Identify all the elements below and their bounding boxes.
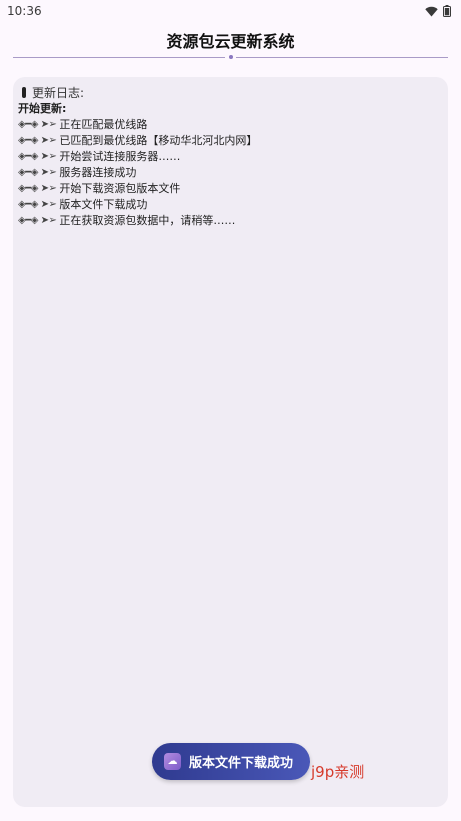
toast-message: 版本文件下载成功 bbox=[189, 756, 294, 771]
log-line-text: 已匹配到最优线路【移动华北河北内网】 bbox=[59, 134, 258, 147]
title-divider-right bbox=[236, 57, 448, 58]
header: 资源包云更新系统 bbox=[0, 22, 461, 62]
log-line-prefix-icon: ◈━◈ ➤➢ bbox=[18, 183, 57, 194]
page-title: 资源包云更新系统 bbox=[166, 32, 295, 51]
log-line-text: 正在匹配最优线路 bbox=[59, 118, 148, 131]
log-line-prefix-icon: ◈━◈ ➤➢ bbox=[18, 167, 57, 178]
wifi-icon bbox=[425, 6, 438, 16]
status-icons bbox=[425, 5, 451, 17]
log-line-prefix-icon: ◈━◈ ➤➢ bbox=[18, 215, 57, 226]
title-divider-dot bbox=[229, 55, 233, 59]
log-header-marker-icon bbox=[22, 87, 26, 98]
log-intro: 开始更新: bbox=[18, 102, 67, 115]
battery-icon bbox=[443, 5, 451, 17]
log-line-prefix-icon: ◈━◈ ➤➢ bbox=[18, 199, 57, 210]
log-line: ◈━◈ ➤➢ 已匹配到最优线路【移动华北河北内网】 bbox=[18, 133, 438, 149]
log-line: ◈━◈ ➤➢ 开始下载资源包版本文件 bbox=[18, 181, 438, 197]
log-line: ◈━◈ ➤➢ 版本文件下载成功 bbox=[18, 197, 438, 213]
app-icon: ☁ bbox=[164, 753, 181, 770]
log-line-prefix-icon: ◈━◈ ➤➢ bbox=[18, 135, 57, 146]
log-line-text: 版本文件下载成功 bbox=[59, 198, 148, 211]
log-line-prefix-icon: ◈━◈ ➤➢ bbox=[18, 151, 57, 162]
log-line-text: 服务器连接成功 bbox=[59, 166, 137, 179]
toast-notification: ☁ 版本文件下载成功 bbox=[152, 743, 310, 780]
update-log-panel[interactable]: 更新日志: 开始更新: ◈━◈ ➤➢ 正在匹配最优线路 ◈━◈ ➤➢ 已匹配到最优线路… bbox=[13, 77, 448, 807]
title-divider-left bbox=[13, 57, 225, 58]
status-bar: 10:36 bbox=[0, 0, 461, 22]
log-line-prefix-icon: ◈━◈ ➤➢ bbox=[18, 119, 57, 130]
log-line-text: 开始下载资源包版本文件 bbox=[59, 182, 181, 195]
log-line-text: 正在获取资源包数据中，请稍等…… bbox=[59, 214, 236, 227]
log-line: ◈━◈ ➤➢ 开始尝试连接服务器…… bbox=[18, 149, 438, 165]
log-line: ◈━◈ ➤➢ 正在获取资源包数据中，请稍等…… bbox=[18, 213, 438, 229]
log-line: ◈━◈ ➤➢ 正在匹配最优线路 bbox=[18, 117, 438, 133]
log-line: ◈━◈ ➤➢ 服务器连接成功 bbox=[18, 165, 438, 181]
watermark: j9p亲测 bbox=[311, 763, 365, 781]
log-line-text: 开始尝试连接服务器…… bbox=[59, 150, 181, 163]
log-header-label: 更新日志: bbox=[32, 86, 85, 100]
status-time: 10:36 bbox=[7, 4, 42, 18]
log-body: 开始更新: ◈━◈ ➤➢ 正在匹配最优线路 ◈━◈ ➤➢ 已匹配到最优线路【移动华北河… bbox=[18, 101, 438, 229]
log-header: 更新日志: bbox=[22, 84, 84, 101]
